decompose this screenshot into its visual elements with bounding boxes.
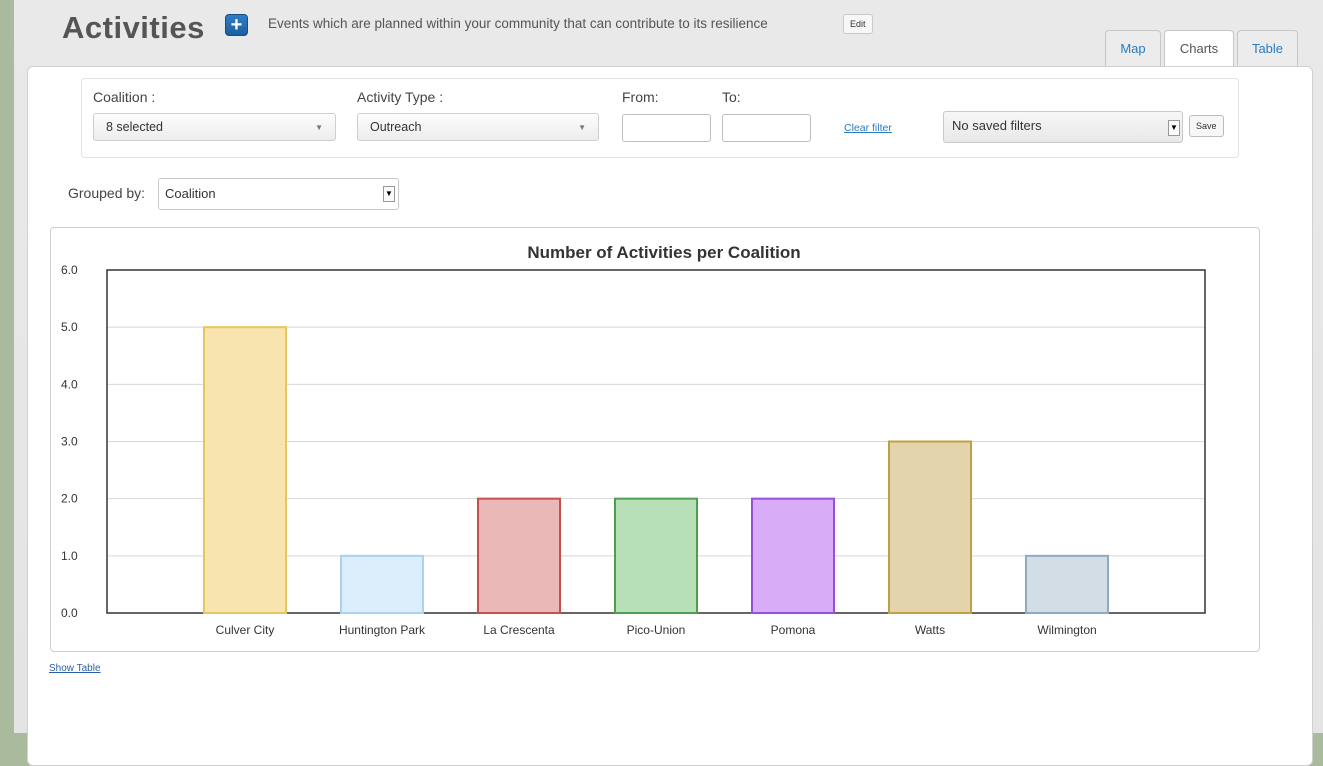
chart-container: Number of Activities per Coalition 0.0 1.… xyxy=(50,227,1260,652)
from-date-input[interactable] xyxy=(622,114,711,142)
tab-charts[interactable]: Charts xyxy=(1164,30,1234,68)
x-tick-label: Pico-Union xyxy=(627,623,686,637)
bar-watts[interactable] xyxy=(888,440,972,614)
coalition-select[interactable]: 8 selected ▼ xyxy=(93,113,336,141)
y-tick-label: 0.0 xyxy=(61,606,78,620)
chart-title: Number of Activities per Coalition xyxy=(527,243,800,262)
y-tick-label: 4.0 xyxy=(61,377,78,391)
chevron-down-icon: ▼ xyxy=(315,123,323,132)
dropdown-arrow-icon: ▼ xyxy=(383,186,395,202)
coalition-select-value: 8 selected xyxy=(106,120,163,134)
bar-la-crescenta[interactable] xyxy=(477,497,561,614)
x-tick-label: La Crescenta xyxy=(483,623,555,637)
y-tick-label: 2.0 xyxy=(61,492,78,506)
x-tick-label: Huntington Park xyxy=(339,623,426,637)
clear-filter-link[interactable]: Clear filter xyxy=(844,122,892,134)
y-tick-label: 5.0 xyxy=(61,320,78,334)
x-tick-label: Culver City xyxy=(216,623,275,637)
save-filter-button[interactable]: Save xyxy=(1189,115,1224,137)
x-tick-label: Watts xyxy=(915,623,945,637)
charts-panel: Coalition : 8 selected ▼ Activity Type :… xyxy=(27,66,1313,766)
edit-button[interactable]: Edit xyxy=(843,14,873,34)
grouped-by-select[interactable]: Coalition ▼ xyxy=(158,178,399,210)
y-tick-label: 3.0 xyxy=(61,435,78,449)
saved-filters-select[interactable]: No saved filters ▼ xyxy=(943,111,1183,143)
add-activity-button[interactable]: + xyxy=(225,14,248,36)
bar-pomona[interactable] xyxy=(751,497,835,614)
bar-huntington-park[interactable] xyxy=(340,554,424,615)
x-tick-label: Wilmington xyxy=(1037,623,1096,637)
show-table-link[interactable]: Show Table xyxy=(49,663,101,674)
coalition-label: Coalition : xyxy=(93,89,156,105)
filter-bar: Coalition : 8 selected ▼ Activity Type :… xyxy=(81,78,1239,158)
activity-type-select[interactable]: Outreach ▼ xyxy=(357,113,599,141)
to-label: To: xyxy=(722,89,741,105)
chevron-down-icon: ▼ xyxy=(578,123,586,132)
y-tick-label: 6.0 xyxy=(61,263,78,277)
bar-wilmington[interactable] xyxy=(1025,554,1109,615)
from-label: From: xyxy=(622,89,659,105)
activity-type-label: Activity Type : xyxy=(357,89,444,105)
page-title: Activities xyxy=(62,10,205,45)
saved-filters-value: No saved filters xyxy=(952,118,1042,133)
x-tick-label: Pomona xyxy=(771,623,816,637)
tab-map[interactable]: Map xyxy=(1105,30,1161,67)
bar-pico-union[interactable] xyxy=(614,497,698,614)
y-tick-label: 1.0 xyxy=(61,549,78,563)
activity-type-select-value: Outreach xyxy=(370,120,422,134)
grouped-by-value: Coalition xyxy=(165,186,216,201)
left-border-stripe xyxy=(0,0,14,733)
dropdown-arrow-icon: ▼ xyxy=(1168,120,1180,136)
to-date-input[interactable] xyxy=(722,114,811,142)
bar-culver-city[interactable] xyxy=(203,326,287,615)
grouped-by-label: Grouped by: xyxy=(68,185,146,201)
tab-table[interactable]: Table xyxy=(1237,30,1298,67)
bar-chart: Number of Activities per Coalition 0.0 1.… xyxy=(61,243,1206,637)
app-window: Activities + Events which are planned wi… xyxy=(14,0,1323,766)
page-subtitle: Events which are planned within your com… xyxy=(268,16,768,31)
